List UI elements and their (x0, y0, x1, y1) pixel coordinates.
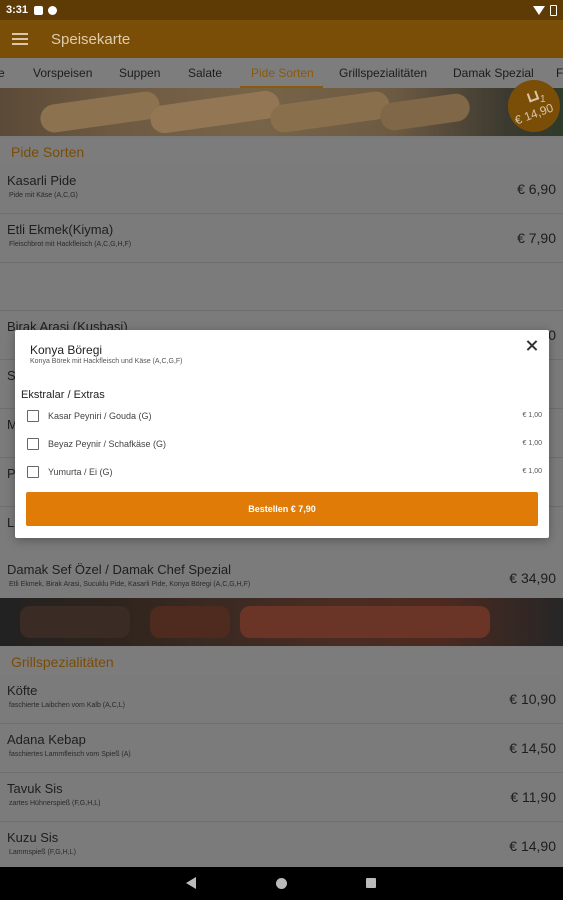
item-name: Damak Sef Özel / Damak Chef Spezial (7, 562, 231, 577)
menu-item[interactable]: Kasarli Pide Pide mit Käse (A,C,G) € 6,9… (0, 166, 563, 214)
status-time: 3:31 (6, 4, 29, 16)
tab-partial-right[interactable]: F (556, 66, 563, 80)
item-desc: faschierte Laibchen vom Kalb (A,C,L) (9, 702, 125, 709)
cart-total: € 14,90 (512, 100, 556, 128)
cart-button[interactable]: 1 € 14,90 (508, 80, 560, 132)
extras-dialog: Konya Böregi Konya Börek mit Hackfleisch… (15, 330, 549, 538)
menu-icon[interactable] (12, 33, 28, 45)
section-header-pide: Pide Sorten (0, 137, 563, 165)
grill-banner-image (0, 598, 563, 646)
extra-checkbox[interactable] (27, 410, 39, 422)
item-price: € 7,90 (517, 230, 556, 246)
close-icon[interactable] (524, 338, 540, 354)
extra-checkbox[interactable] (27, 438, 39, 450)
item-name: Tavuk Sis (7, 781, 63, 796)
menu-item[interactable]: Köfte faschierte Laibchen vom Kalb (A,C,… (0, 676, 563, 724)
section-header-grill: Grillspezialitäten (0, 647, 563, 675)
extra-option[interactable]: Kasar Peyniri / Gouda (G) € 1,00 (27, 408, 542, 424)
item-desc: faschiertes Lammfleisch vom Spieß (A) (9, 751, 131, 758)
extra-label: Beyaz Peynir / Schafkäse (G) (48, 439, 167, 449)
system-nav-bar (0, 867, 563, 900)
menu-item[interactable]: Tavuk Sis zartes Hühnerspieß (F,G,H,L) €… (0, 774, 563, 822)
item-name: L (7, 515, 15, 530)
dialog-description: Konya Börek mit Hackfleisch und Käse (A,… (30, 358, 183, 365)
extra-label: Yumurta / Ei (G) (48, 467, 113, 477)
menu-item[interactable] (0, 264, 563, 311)
section-title: Grillspezialitäten (11, 654, 114, 670)
extra-label: Kasar Peyniri / Gouda (G) (48, 411, 152, 421)
extra-price: € 1,00 (522, 412, 542, 419)
status-bar: 3:31 (0, 0, 563, 20)
battery-icon (550, 4, 557, 16)
item-desc: zartes Hühnerspieß (F,G,H,L) (9, 800, 101, 807)
item-name: Kuzu Sis (7, 830, 59, 845)
item-desc: Pide mit Käse (A,C,G) (9, 192, 78, 199)
item-desc: Lammspieß (F,G,H,L) (9, 849, 76, 856)
item-desc: Etli Ekmek, Birak Arasi, Sucuklu Pide, K… (9, 581, 251, 588)
item-price: € 6,90 (517, 181, 556, 197)
wifi-icon (533, 5, 545, 15)
app-bar: Speisekarte (0, 20, 563, 58)
extra-price: € 1,00 (522, 468, 542, 475)
item-desc: Fleischbrot mit Hackfleisch (A,C,G,H,F) (9, 241, 132, 248)
tab-grillspezialitaeten[interactable]: Grillspezialitäten (339, 66, 427, 80)
item-name: Adana Kebap (7, 732, 86, 747)
tab-salate[interactable]: Salate (188, 66, 222, 80)
item-price: € 14,50 (509, 740, 556, 756)
category-tabs: e Vorspeisen Suppen Salate Pide Sorten G… (0, 58, 563, 88)
menu-item[interactable]: Etli Ekmek(Kiyma) Fleischbrot mit Hackfl… (0, 215, 563, 263)
notification-icon (34, 5, 44, 15)
extra-price: € 1,00 (522, 440, 542, 447)
item-price: € 11,90 (510, 789, 556, 805)
item-name: Etli Ekmek(Kiyma) (7, 222, 114, 237)
extra-checkbox[interactable] (27, 466, 39, 478)
section-title: Pide Sorten (11, 144, 85, 160)
extra-option[interactable]: Beyaz Peynir / Schafkäse (G) € 1,00 (27, 436, 542, 452)
item-name: Köfte (7, 683, 38, 698)
pide-banner-image (0, 88, 563, 136)
nav-back-icon[interactable] (186, 877, 196, 889)
nav-home-icon[interactable] (276, 878, 287, 889)
menu-item[interactable]: Damak Sef Özel / Damak Chef Spezial Etli… (0, 555, 563, 598)
app-title: Speisekarte (51, 30, 131, 48)
tab-pide-sorten[interactable]: Pide Sorten (251, 66, 314, 80)
item-price: € 14,90 (509, 838, 556, 854)
dialog-title: Konya Böregi (30, 343, 103, 357)
tab-damak-spezial[interactable]: Damak Spezial (453, 66, 534, 80)
order-button[interactable]: Bestellen € 7,90 (26, 492, 538, 526)
item-price: € 34,90 (509, 570, 556, 586)
extras-heading: Ekstralar / Extras (21, 389, 105, 401)
menu-item[interactable]: Adana Kebap faschiertes Lammfleisch vom … (0, 725, 563, 773)
menu-item[interactable]: Kuzu Sis Lammspieß (F,G,H,L) € 14,90 (0, 823, 563, 867)
extra-option[interactable]: Yumurta / Ei (G) € 1,00 (27, 464, 542, 480)
cart-icon (526, 90, 540, 103)
tab-partial-left[interactable]: e (0, 66, 5, 80)
nav-recent-icon[interactable] (366, 878, 376, 888)
item-price: € 10,90 (509, 691, 556, 707)
tab-suppen[interactable]: Suppen (119, 66, 160, 80)
item-name: Kasarli Pide (7, 173, 77, 188)
sync-icon (48, 5, 58, 15)
tab-vorspeisen[interactable]: Vorspeisen (33, 66, 92, 80)
